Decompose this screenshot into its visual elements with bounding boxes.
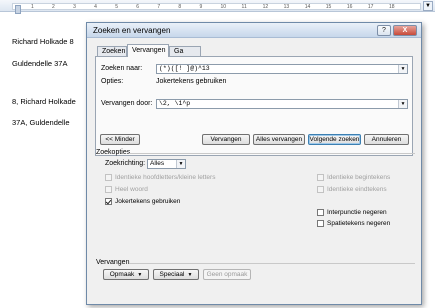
ruler-tick-label: 16 bbox=[346, 4, 353, 10]
ruler-scale: 1 2 3 4 5 6 7 8 9 10 11 12 13 14 15 16 17 18 bbox=[12, 3, 421, 14]
ruler-tick-label: 15 bbox=[325, 4, 332, 10]
caret-down-icon: ▼ bbox=[137, 272, 143, 278]
match-case-checkbox[interactable]: Identieke hoofdletters/kleine letters bbox=[105, 174, 215, 182]
direction-value: Alles bbox=[150, 160, 165, 167]
tab-ga-naar[interactable]: Ga naar bbox=[169, 46, 201, 64]
chevron-down-icon[interactable]: ▼ bbox=[176, 160, 185, 168]
doc-line-4: 37A, Guldendelle bbox=[12, 118, 70, 127]
left-indent-marker[interactable] bbox=[15, 5, 21, 14]
ruler-tick-label: 2 bbox=[52, 4, 55, 10]
checkbox-box bbox=[105, 198, 112, 205]
ignore-punctuation-checkbox[interactable]: Interpunctie negeren bbox=[317, 209, 387, 217]
ruler-tick-label: 7 bbox=[157, 4, 161, 10]
checkbox-box bbox=[317, 220, 324, 227]
options-label: Opties: bbox=[101, 78, 124, 85]
format-button[interactable]: Opmaak ▼ bbox=[103, 269, 149, 280]
ruler-tick-label: 8 bbox=[178, 4, 182, 10]
tab-vervangen[interactable]: Vervangen bbox=[127, 44, 169, 57]
ruler-toggle-icon[interactable]: ▼ bbox=[423, 1, 433, 11]
ruler-tick-label: 5 bbox=[115, 4, 118, 10]
find-replace-dialog: Zoeken en vervangen ? X Zoeken Vervangen… bbox=[86, 22, 422, 305]
search-options-divider bbox=[129, 153, 415, 154]
ruler-tick-label: 13 bbox=[283, 4, 290, 10]
replace-input-value: \2, \1^p bbox=[159, 100, 191, 107]
close-icon[interactable]: X bbox=[393, 25, 417, 36]
find-input-value: (*)([! ]@)^13 bbox=[159, 65, 210, 72]
ruler-tick-label: 18 bbox=[388, 4, 395, 10]
direction-label: Zoekrichting: bbox=[105, 160, 146, 167]
checkbox-box bbox=[105, 186, 112, 193]
replace-section-divider bbox=[129, 263, 415, 264]
no-format-button[interactable]: Geen opmaak bbox=[203, 269, 251, 280]
help-icon[interactable]: ? bbox=[377, 25, 391, 36]
ignore-whitespace-checkbox[interactable]: Spatietekens negeren bbox=[317, 220, 390, 228]
whole-word-checkbox[interactable]: Heel woord bbox=[105, 186, 148, 194]
ruler-tick-label: 14 bbox=[304, 4, 311, 10]
find-input[interactable]: (*)([! ]@)^13 ▼ bbox=[156, 64, 408, 74]
options-value: Jokertekens gebruiken bbox=[156, 78, 227, 85]
special-button-label: Speciaal bbox=[159, 271, 185, 278]
ruler-tick-label: 1 bbox=[31, 4, 34, 10]
match-suffix-checkbox[interactable]: Identieke eindtekens bbox=[317, 186, 387, 194]
dialog-titlebar[interactable]: Zoeken en vervangen ? X bbox=[87, 23, 421, 38]
find-next-button[interactable]: Volgende zoeken bbox=[308, 134, 361, 145]
format-button-label: Opmaak bbox=[109, 271, 135, 278]
ruler-tick-label: 11 bbox=[241, 4, 247, 10]
checkbox-label: Identieke hoofdletters/kleine letters bbox=[115, 174, 216, 181]
replace-all-button[interactable]: Alles vervangen bbox=[253, 134, 305, 145]
checkbox-label: Spatietekens negeren bbox=[327, 220, 391, 227]
checkbox-label: Identieke begintekens bbox=[327, 174, 391, 181]
horizontal-ruler[interactable]: 1 2 3 4 5 6 7 8 9 10 11 12 13 14 15 16 17 18 ▼ bbox=[0, 0, 435, 14]
doc-line-2: Guldendelle 37A bbox=[12, 59, 68, 68]
checkbox-label: Heel woord bbox=[115, 186, 148, 193]
replace-input[interactable]: \2, \1^p ▼ bbox=[156, 99, 408, 109]
replace-label: Vervangen door: bbox=[101, 100, 153, 107]
tab-panel: Zoeken naar: (*)([! ]@)^13 ▼ Opties: Jok… bbox=[95, 56, 413, 156]
ruler-tick-label: 12 bbox=[262, 4, 269, 10]
special-button[interactable]: Speciaal ▼ bbox=[153, 269, 199, 280]
chevron-down-icon[interactable]: ▼ bbox=[398, 100, 407, 108]
tab-zoeken[interactable]: Zoeken bbox=[97, 46, 127, 56]
ruler-tick-label: 9 bbox=[199, 4, 203, 10]
dialog-title: Zoeken en vervangen bbox=[93, 26, 171, 35]
ruler-tick-label: 17 bbox=[367, 4, 374, 10]
checkbox-box bbox=[317, 209, 324, 216]
checkbox-box bbox=[105, 174, 112, 181]
checkbox-box bbox=[317, 186, 324, 193]
replace-button[interactable]: Vervangen bbox=[202, 134, 250, 145]
cancel-button[interactable]: Annuleren bbox=[364, 134, 409, 145]
search-options-title: Zoekopties bbox=[96, 149, 131, 156]
less-button[interactable]: << Minder bbox=[100, 134, 140, 145]
checkbox-label: Interpunctie negeren bbox=[327, 209, 387, 216]
checkbox-label: Identieke eindtekens bbox=[327, 186, 387, 193]
replace-section-title: Vervangen bbox=[96, 259, 130, 266]
chevron-down-icon[interactable]: ▼ bbox=[398, 65, 407, 73]
find-label: Zoeken naar: bbox=[101, 65, 143, 72]
doc-line-3: 8, Richard Holkade bbox=[12, 97, 76, 106]
direction-select[interactable]: Alles ▼ bbox=[147, 159, 186, 169]
wildcards-checkbox[interactable]: Jokertekens gebruiken bbox=[105, 198, 180, 206]
ruler-tick-label: 3 bbox=[73, 4, 76, 10]
caret-down-icon: ▼ bbox=[187, 272, 193, 278]
ruler-tick-label: 6 bbox=[136, 4, 140, 10]
checkbox-label: Jokertekens gebruiken bbox=[115, 198, 181, 205]
doc-line-1: Richard Holkade 8 bbox=[12, 37, 74, 46]
ruler-tick-label: 10 bbox=[220, 4, 227, 10]
ruler-tick-label: 4 bbox=[94, 4, 97, 10]
match-prefix-checkbox[interactable]: Identieke begintekens bbox=[317, 174, 390, 182]
checkbox-box bbox=[317, 174, 324, 181]
